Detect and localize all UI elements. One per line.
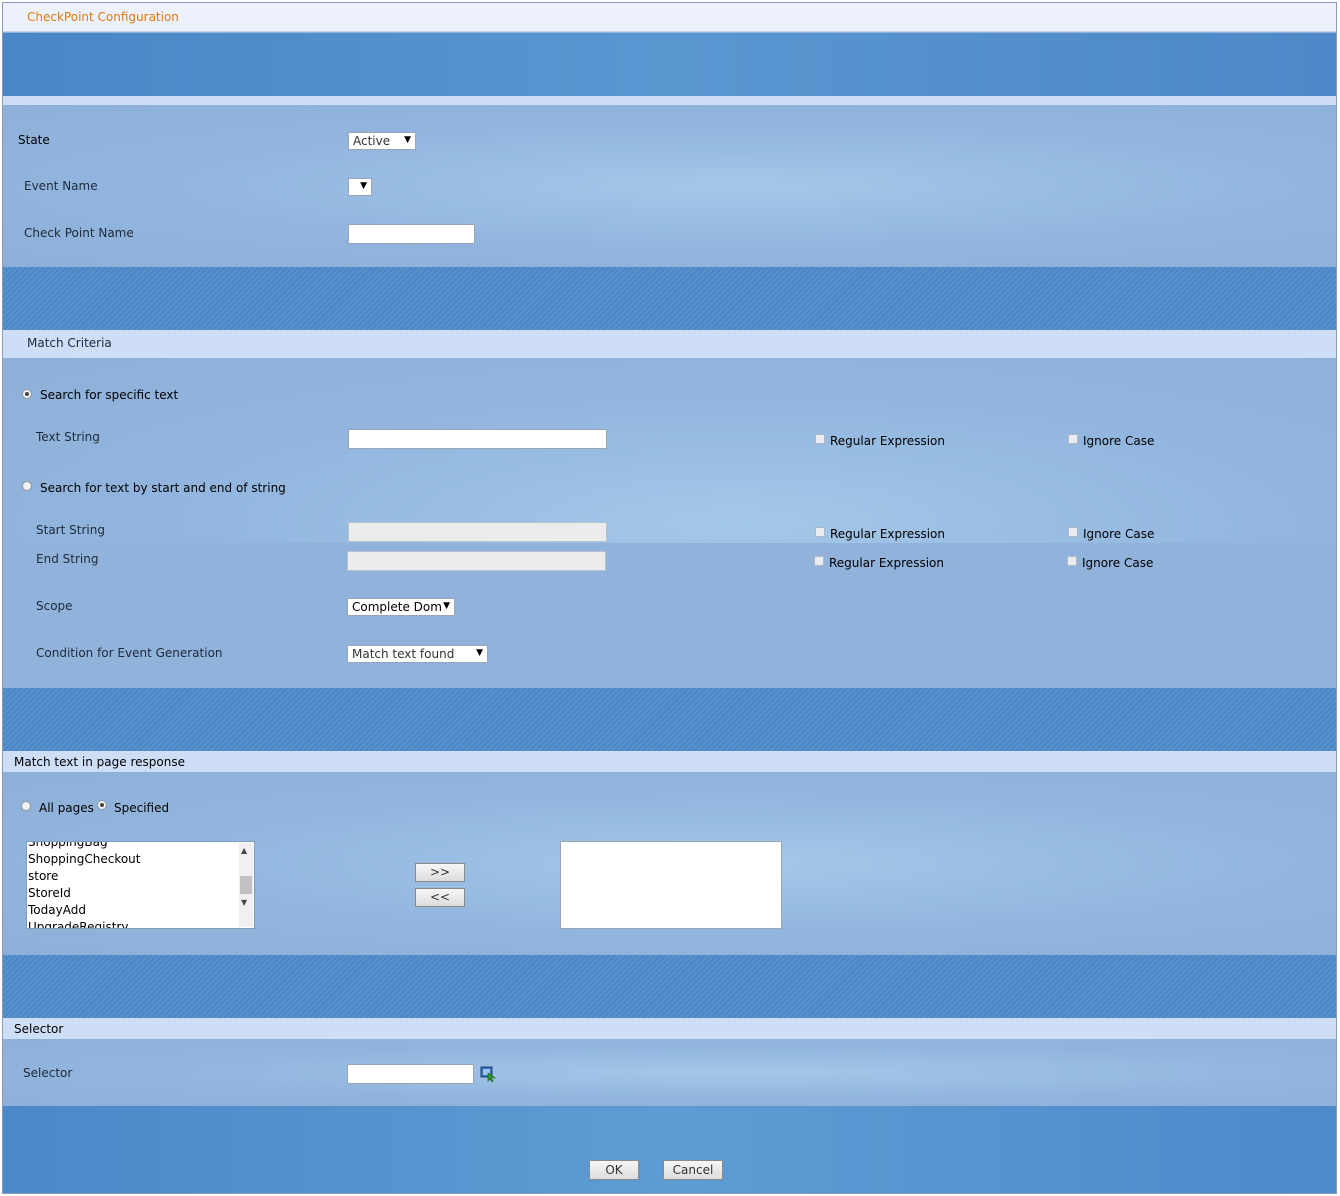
event-name-label: Event Name <box>24 179 98 193</box>
end-ignore-case-checkbox[interactable] <box>1067 556 1077 566</box>
start-regex-label: Regular Expression <box>830 527 945 541</box>
dialog-title: CheckPoint Configuration <box>27 10 179 24</box>
state-select[interactable]: Active ▼ <box>348 132 416 150</box>
selector-panel: Selector <box>3 1039 1336 1106</box>
scope-select-value: Complete Dom <box>352 600 442 614</box>
general-panel: State Active ▼ Event Name ▼ Check Point … <box>3 105 1336 267</box>
checkpoint-name-label: Check Point Name <box>24 226 134 240</box>
text-ignore-case-checkbox[interactable] <box>1068 434 1078 444</box>
specified-label: Specified <box>114 801 170 815</box>
page-response-title: Match text in page response <box>14 755 185 769</box>
start-ignore-case-checkbox[interactable] <box>1068 527 1078 537</box>
match-criteria-title: Match Criteria <box>27 336 112 350</box>
selector-section-title: Selector <box>14 1022 64 1036</box>
match-criteria-header: Match Criteria <box>3 330 1336 358</box>
scroll-thumb[interactable] <box>240 876 252 894</box>
page-response-header: Match text in page response <box>3 751 1336 772</box>
element-picker-icon[interactable] <box>480 1066 496 1083</box>
decorative-band <box>3 33 1336 96</box>
chevron-down-icon: ▼ <box>443 601 450 611</box>
condition-select-value: Match text found <box>352 647 455 661</box>
scroll-down-icon[interactable]: ▼ <box>241 898 247 907</box>
search-specific-label: Search for specific text <box>40 388 179 402</box>
chevron-down-icon: ▼ <box>476 648 483 658</box>
condition-label: Condition for Event Generation <box>36 646 223 660</box>
selector-header: Selector <box>3 1018 1336 1039</box>
lower-criteria-block: End String Regular Expression Ignore Cas… <box>3 543 1336 688</box>
end-string-input[interactable] <box>347 551 606 571</box>
state-label: State <box>18 133 50 147</box>
add-page-button[interactable]: >> <box>415 863 465 882</box>
search-start-end-label: Search for text by start and end of stri… <box>40 481 286 495</box>
divider-strip <box>3 96 1336 105</box>
decorative-band <box>3 955 1336 1018</box>
list-item[interactable]: ShoppingCheckout <box>28 852 141 866</box>
list-item[interactable]: StoreId <box>28 886 71 900</box>
decorative-band <box>3 267 1336 330</box>
decorative-band <box>3 688 1336 751</box>
selected-pages-list[interactable] <box>560 841 782 929</box>
start-regex-checkbox[interactable] <box>815 527 825 537</box>
list-item[interactable]: ShoppingBag <box>28 842 108 849</box>
scope-label: Scope <box>36 599 73 613</box>
list-scrollbar[interactable]: ▲ ▼ <box>239 843 253 927</box>
state-select-value: Active <box>353 134 391 148</box>
actions-band: OK Cancel <box>3 1106 1336 1193</box>
list-item[interactable]: UpgradeRegistry <box>28 920 128 928</box>
end-regex-checkbox[interactable] <box>814 556 824 566</box>
search-specific-radio[interactable] <box>22 389 32 399</box>
chevron-down-icon: ▼ <box>404 135 411 145</box>
scope-select[interactable]: Complete Dom ▼ <box>347 598 455 616</box>
list-item[interactable]: TodayAdd <box>28 903 86 917</box>
text-regex-checkbox[interactable] <box>815 434 825 444</box>
text-string-input[interactable] <box>348 429 607 449</box>
selector-label: Selector <box>23 1066 73 1080</box>
checkpoint-config-dialog: CheckPoint Configuration State Active ▼ … <box>2 2 1337 1194</box>
end-ignore-case-label: Ignore Case <box>1082 556 1154 570</box>
selector-input[interactable] <box>347 1064 474 1084</box>
text-ignore-case-label: Ignore Case <box>1083 434 1155 448</box>
cancel-button[interactable]: Cancel <box>663 1160 723 1180</box>
search-start-end-radio[interactable] <box>22 481 32 491</box>
title-bar: CheckPoint Configuration <box>3 3 1336 32</box>
match-criteria-panel: Search for specific text Text String Reg… <box>3 358 1336 688</box>
condition-select[interactable]: Match text found ▼ <box>347 645 488 663</box>
all-pages-radio[interactable] <box>21 801 31 811</box>
all-pages-label: All pages <box>39 801 94 815</box>
start-string-input[interactable] <box>348 522 607 542</box>
specified-radio[interactable] <box>97 800 107 810</box>
text-string-label: Text String <box>36 430 100 444</box>
page-response-panel: All pages Specified ShoppingBag Shopping… <box>3 772 1336 955</box>
ok-button[interactable]: OK <box>589 1160 639 1180</box>
start-string-label: Start String <box>36 523 105 537</box>
scroll-up-icon[interactable]: ▲ <box>241 846 247 855</box>
remove-page-button[interactable]: << <box>415 888 465 907</box>
event-name-select[interactable]: ▼ <box>348 178 372 196</box>
chevron-down-icon: ▼ <box>360 181 367 191</box>
end-string-label: End String <box>36 552 99 566</box>
text-regex-label: Regular Expression <box>830 434 945 448</box>
checkpoint-name-input[interactable] <box>348 224 475 244</box>
list-item[interactable]: store <box>28 869 58 883</box>
end-regex-label: Regular Expression <box>829 556 944 570</box>
available-pages-list[interactable]: ShoppingBag ShoppingCheckout store Store… <box>26 841 255 929</box>
start-ignore-case-label: Ignore Case <box>1083 527 1155 541</box>
